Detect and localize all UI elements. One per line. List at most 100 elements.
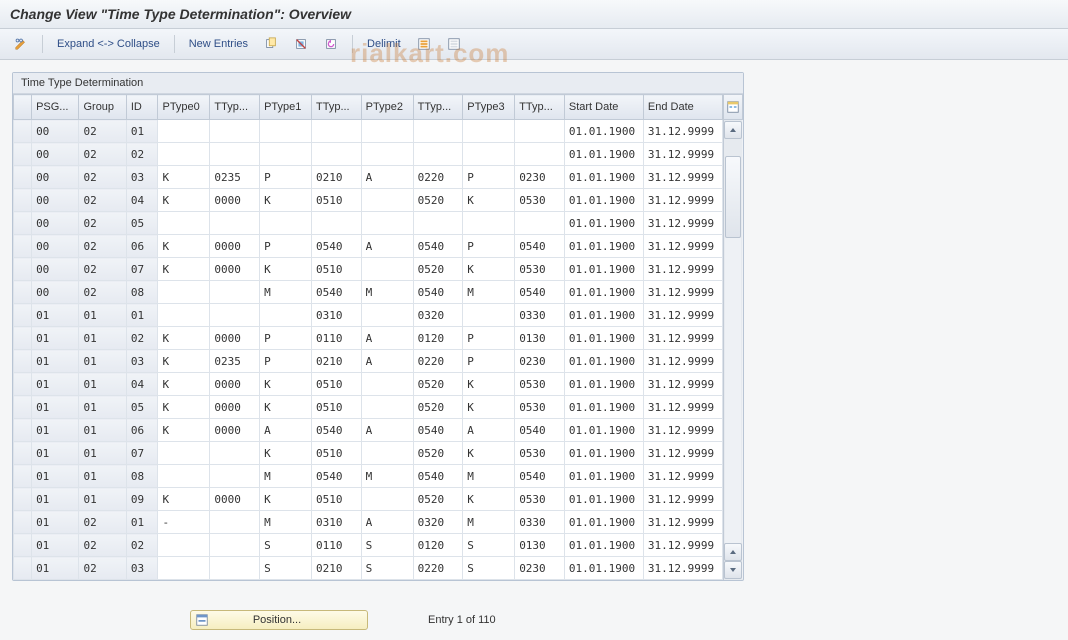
cell-pt0[interactable] [158,557,210,580]
cell-tt0[interactable] [210,534,260,557]
cell-pt3[interactable]: K [463,373,515,396]
cell-psg[interactable]: 01 [32,350,79,373]
row-selector[interactable] [14,281,32,304]
cell-pt3[interactable]: S [463,557,515,580]
cell-end[interactable]: 31.12.9999 [643,143,722,166]
cell-pt2[interactable] [361,143,413,166]
cell-id[interactable]: 08 [126,281,158,304]
cell-psg[interactable]: 01 [32,304,79,327]
col-ptype2[interactable]: PType2 [361,95,413,120]
row-selector[interactable] [14,235,32,258]
cell-tt2[interactable]: 0520 [413,396,463,419]
cell-pt0[interactable]: K [158,350,210,373]
cell-pt2[interactable] [361,258,413,281]
row-selector[interactable] [14,212,32,235]
cell-psg[interactable]: 00 [32,212,79,235]
cell-id[interactable]: 09 [126,488,158,511]
cell-tt3[interactable]: 0540 [515,419,565,442]
cell-tt1[interactable]: 0110 [312,327,362,350]
cell-tt0[interactable]: 0000 [210,327,260,350]
cell-pt3[interactable]: P [463,350,515,373]
cell-tt3[interactable]: 0330 [515,304,565,327]
cell-tt2[interactable]: 0520 [413,442,463,465]
cell-end[interactable]: 31.12.9999 [643,327,722,350]
cell-end[interactable]: 31.12.9999 [643,281,722,304]
cell-pt1[interactable] [260,120,312,143]
cell-pt2[interactable]: M [361,281,413,304]
cell-tt0[interactable]: 0000 [210,258,260,281]
cell-pt0[interactable] [158,281,210,304]
cell-psg[interactable]: 00 [32,166,79,189]
col-start[interactable]: Start Date [564,95,643,120]
cell-tt3[interactable]: 0130 [515,534,565,557]
cell-end[interactable]: 31.12.9999 [643,212,722,235]
cell-id[interactable]: 06 [126,419,158,442]
cell-end[interactable]: 31.12.9999 [643,166,722,189]
cell-tt0[interactable] [210,281,260,304]
cell-group[interactable]: 02 [79,143,126,166]
cell-group[interactable]: 02 [79,281,126,304]
cell-pt3[interactable]: M [463,511,515,534]
cell-tt2[interactable]: 0320 [413,304,463,327]
cell-pt0[interactable] [158,442,210,465]
cell-tt3[interactable]: 0330 [515,511,565,534]
toggle-change-button[interactable] [8,34,34,54]
cell-tt3[interactable] [515,212,565,235]
col-end[interactable]: End Date [643,95,722,120]
cell-pt0[interactable]: K [158,488,210,511]
table-row[interactable]: 010104K0000K05100520K053001.01.190031.12… [14,373,723,396]
cell-start[interactable]: 01.01.1900 [564,304,643,327]
cell-pt3[interactable] [463,143,515,166]
cell-psg[interactable]: 01 [32,511,79,534]
cell-tt1[interactable]: 0110 [312,534,362,557]
cell-tt2[interactable]: 0120 [413,327,463,350]
cell-start[interactable]: 01.01.1900 [564,442,643,465]
cell-group[interactable]: 02 [79,166,126,189]
cell-psg[interactable]: 00 [32,143,79,166]
cell-tt3[interactable]: 0130 [515,327,565,350]
cell-pt1[interactable]: K [260,488,312,511]
cell-start[interactable]: 01.01.1900 [564,396,643,419]
cell-pt1[interactable]: P [260,327,312,350]
cell-end[interactable]: 31.12.9999 [643,557,722,580]
table-row[interactable]: 010103K0235P0210A0220P023001.01.190031.1… [14,350,723,373]
cell-id[interactable]: 05 [126,396,158,419]
table-row[interactable]: 010202S0110S0120S013001.01.190031.12.999… [14,534,723,557]
cell-tt3[interactable]: 0540 [515,465,565,488]
cell-group[interactable]: 02 [79,258,126,281]
cell-tt2[interactable]: 0220 [413,557,463,580]
cell-pt2[interactable] [361,396,413,419]
cell-psg[interactable]: 00 [32,120,79,143]
table-row[interactable]: 010106K0000A0540A0540A054001.01.190031.1… [14,419,723,442]
cell-tt1[interactable] [312,143,362,166]
cell-end[interactable]: 31.12.9999 [643,189,722,212]
cell-pt1[interactable]: M [260,281,312,304]
cell-tt3[interactable]: 0530 [515,373,565,396]
cell-pt2[interactable]: S [361,557,413,580]
cell-tt0[interactable]: 0235 [210,350,260,373]
cell-start[interactable]: 01.01.1900 [564,557,643,580]
row-selector[interactable] [14,373,32,396]
cell-tt0[interactable] [210,511,260,534]
cell-tt3[interactable]: 0530 [515,442,565,465]
cell-tt3[interactable]: 0230 [515,557,565,580]
cell-group[interactable]: 02 [79,511,126,534]
cell-end[interactable]: 31.12.9999 [643,465,722,488]
copy-button[interactable] [258,34,284,54]
cell-tt3[interactable]: 0540 [515,281,565,304]
cell-group[interactable]: 01 [79,442,126,465]
cell-end[interactable]: 31.12.9999 [643,534,722,557]
cell-psg[interactable]: 01 [32,442,79,465]
row-selector[interactable] [14,258,32,281]
cell-pt3[interactable] [463,212,515,235]
cell-pt0[interactable]: K [158,235,210,258]
cell-pt2[interactable] [361,189,413,212]
cell-id[interactable]: 01 [126,304,158,327]
cell-pt2[interactable] [361,212,413,235]
cell-psg[interactable]: 01 [32,557,79,580]
cell-tt1[interactable]: 0510 [312,396,362,419]
cell-tt0[interactable]: 0000 [210,373,260,396]
row-selector[interactable] [14,511,32,534]
delimit-button[interactable]: Delimit [361,35,407,53]
cell-pt3[interactable]: M [463,281,515,304]
